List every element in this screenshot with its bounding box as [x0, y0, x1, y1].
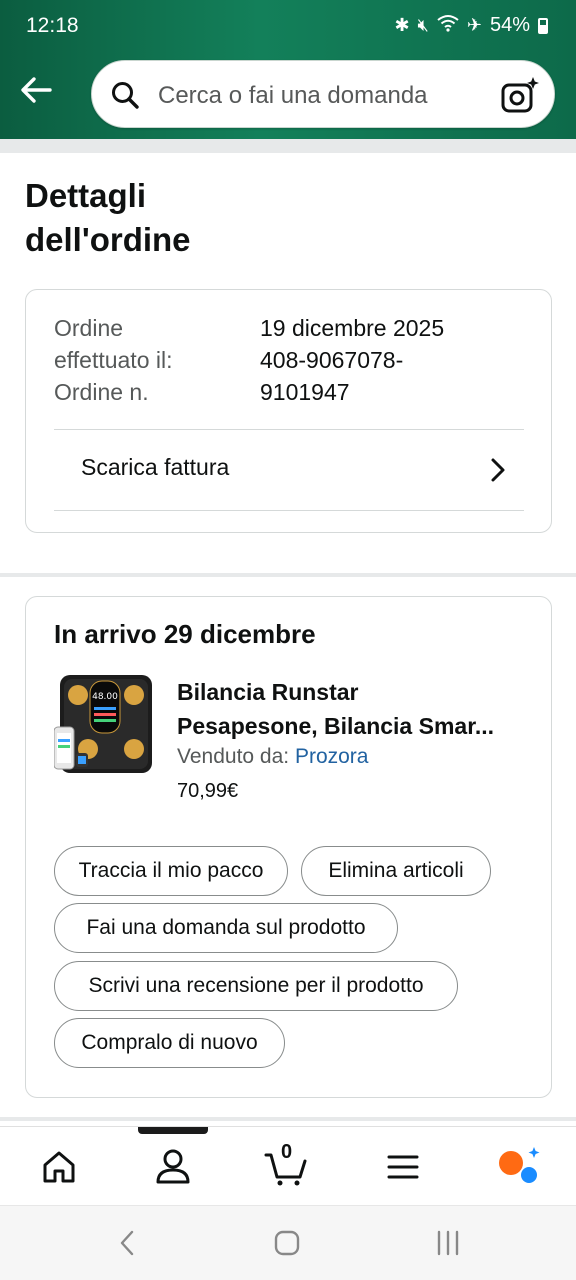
- search-input[interactable]: Cerca o fai una domanda: [158, 82, 428, 110]
- order-number-cont: 9101947: [260, 379, 350, 405]
- status-icons: ✱ 🔇︎ ✈ 54%: [394, 14, 548, 37]
- search-icon: [112, 82, 139, 109]
- rufus-icon[interactable]: [496, 1145, 540, 1189]
- home-icon[interactable]: [37, 1145, 81, 1189]
- page-title: Dettagli dell'ordine: [25, 177, 191, 258]
- bottom-nav: 0: [0, 1126, 576, 1204]
- system-recents-icon[interactable]: [433, 1228, 463, 1258]
- product-name-link[interactable]: Bilancia Runstar Pesapesone, Bilancia Sm…: [177, 675, 527, 743]
- battery-percent: 54%: [489, 14, 530, 36]
- mute-icon: 🔇︎: [417, 15, 429, 35]
- track-package-button[interactable]: Traccia il mio pacco: [54, 846, 288, 896]
- ask-product-question-button[interactable]: Fai una domanda sul prodotto: [54, 903, 398, 953]
- write-review-button[interactable]: Scrivi una recensione per il prodotto: [54, 961, 458, 1011]
- system-nav-bar: [0, 1205, 576, 1280]
- search-bar[interactable]: Cerca o fai una domanda: [91, 60, 555, 128]
- airplane-icon: ✈: [466, 15, 482, 35]
- battery-icon: [538, 17, 548, 34]
- arrival-status: In arrivo 29 dicembre: [54, 619, 316, 649]
- order-number-label: Ordine n.: [54, 379, 149, 405]
- bluetooth-icon: ✱: [394, 15, 410, 35]
- camera-search-icon[interactable]: [500, 75, 540, 115]
- chevron-right-icon: [491, 458, 505, 482]
- order-placed-label-cont: effettuato il:: [54, 347, 173, 373]
- shipment-card: In arrivo 29 dicembre 48.00 Bilancia Run…: [25, 596, 552, 1098]
- app-header: 12:18 ✱ 🔇︎ ✈ 54% Cerca o fai una domanda: [0, 0, 576, 139]
- buy-again-button[interactable]: Compralo di nuovo: [54, 1018, 285, 1068]
- status-bar: 12:18 ✱ 🔇︎ ✈ 54%: [0, 0, 576, 52]
- section-divider: [0, 139, 576, 153]
- status-time: 12:18: [26, 14, 79, 37]
- system-home-icon[interactable]: [272, 1228, 302, 1258]
- system-back-icon[interactable]: [112, 1228, 142, 1258]
- account-icon[interactable]: [151, 1145, 195, 1189]
- menu-icon[interactable]: [381, 1145, 425, 1189]
- order-number: 408-9067078-: [260, 347, 404, 373]
- cart-button[interactable]: 0: [264, 1141, 308, 1189]
- card-divider: [54, 510, 524, 511]
- order-date: 19 dicembre 2025: [260, 315, 445, 341]
- seller-info: Venduto da: Prozora: [177, 745, 368, 769]
- seller-link[interactable]: Prozora: [295, 745, 369, 768]
- order-placed-label: Ordine: [54, 315, 124, 341]
- wifi-icon: [437, 14, 459, 37]
- download-invoice-label: Scarica fattura: [81, 454, 230, 480]
- svg-text:48.00: 48.00: [92, 692, 118, 702]
- section-divider: [0, 1117, 576, 1121]
- back-button[interactable]: [18, 72, 54, 108]
- order-summary-card: Ordine effettuato il: Ordine n. 19 dicem…: [25, 289, 552, 533]
- section-divider: [0, 573, 576, 577]
- download-invoice-row[interactable]: Scarica fattura: [54, 430, 524, 510]
- product-image[interactable]: 48.00: [54, 673, 154, 777]
- seller-label: Venduto da:: [177, 745, 295, 768]
- delete-items-button[interactable]: Elimina articoli: [301, 846, 491, 896]
- product-price: 70,99€: [177, 780, 239, 802]
- active-tab-indicator: [138, 1127, 208, 1134]
- cart-count-badge: 0: [281, 1141, 293, 1163]
- back-arrow-icon: [21, 77, 52, 103]
